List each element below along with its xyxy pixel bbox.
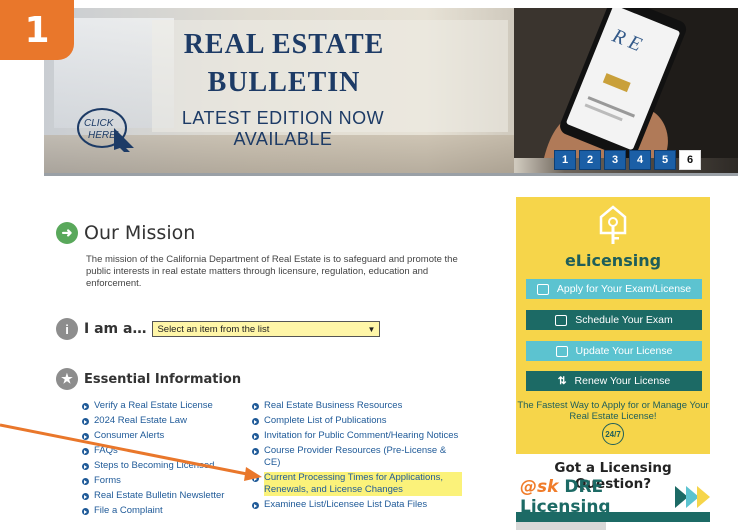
essential-links-column-1: Verify a Real Estate License 2024 Real E… — [82, 400, 252, 520]
list-item[interactable]: Consumer Alerts — [82, 430, 252, 442]
ask-dre-licensing-link[interactable]: @sk DRE Licensing — [520, 477, 710, 517]
bullet-arrow-icon — [252, 418, 259, 425]
slide-button-6[interactable]: 6 — [679, 150, 701, 170]
chevrons-right-icon — [675, 486, 710, 508]
elicensing-title: eLicensing — [564, 251, 662, 270]
mission-text: The mission of the California Department… — [86, 254, 458, 289]
renew-license-button[interactable]: ⇅ Renew Your License — [526, 371, 702, 391]
list-item[interactable]: Examinee List/Licensee List Data Files — [252, 499, 462, 511]
step-number-badge: 1 — [0, 0, 74, 60]
slide-button-4[interactable]: 4 — [629, 150, 651, 170]
i-am-a-row: i I am a… Select an item from the list ▼ — [56, 318, 381, 340]
slide-button-2[interactable]: 2 — [579, 150, 601, 170]
star-circle-icon: ★ — [56, 368, 78, 390]
mission-title: Our Mission — [84, 222, 196, 244]
list-item[interactable]: 2024 Real Estate Law — [82, 415, 252, 427]
bullet-arrow-icon — [82, 418, 89, 425]
apply-exam-license-button[interactable]: Apply for Your Exam/License — [526, 279, 702, 299]
bullet-arrow-icon — [252, 448, 259, 455]
elicensing-panel: eLicensing Apply for Your Exam/License S… — [516, 197, 710, 454]
list-item[interactable]: FAQs — [82, 445, 252, 457]
click-here-icon[interactable]: CLICK HERE! — [74, 104, 140, 152]
bullet-arrow-icon — [82, 478, 89, 485]
essential-info-header: ★ Essential Information — [56, 368, 241, 390]
id-card-icon — [536, 283, 549, 295]
calendar-icon — [555, 314, 568, 326]
i-am-a-label: I am a… — [84, 321, 147, 337]
list-item[interactable]: Invitation for Public Comment/Hearing No… — [252, 430, 462, 442]
slide-button-1[interactable]: 1 — [554, 150, 576, 170]
processing-times-link[interactable]: Current Processing Times for Application… — [252, 472, 462, 496]
edit-checkbox-icon — [555, 345, 568, 357]
role-select-dropdown[interactable]: Select an item from the list ▼ — [152, 321, 381, 337]
update-license-button[interactable]: Update Your License — [526, 341, 702, 361]
bullet-arrow-icon — [252, 433, 259, 440]
list-item[interactable]: Real Estate Bulletin Newsletter — [82, 490, 252, 502]
house-key-icon — [599, 205, 627, 244]
banner-subtitle: LATEST EDITION NOW AVAILABLE — [181, 108, 385, 149]
bullet-arrow-icon — [82, 433, 89, 440]
bullet-arrow-icon — [82, 493, 89, 500]
banner-title: REAL ESTATE BULLETIN — [183, 29, 385, 98]
list-item[interactable]: File a Complaint — [82, 505, 252, 517]
slide-button-5[interactable]: 5 — [654, 150, 676, 170]
banner-slide-pager: 1 2 3 4 5 6 — [554, 150, 701, 170]
essential-links-column-2: Real Estate Business Resources Complete … — [252, 400, 462, 514]
schedule-exam-button[interactable]: Schedule Your Exam — [526, 310, 702, 330]
elicensing-tagline: The Fastest Way to Apply for or Manage Y… — [517, 400, 709, 422]
list-item[interactable]: Steps to Becoming Licensed — [82, 460, 252, 472]
bullet-arrow-icon — [252, 403, 259, 410]
click-here-text: CLICK — [84, 118, 115, 129]
list-item[interactable]: Forms — [82, 475, 252, 487]
arrow-right-circle-icon: ➜ — [56, 222, 78, 244]
slide-button-3[interactable]: 3 — [604, 150, 626, 170]
info-circle-icon: i — [56, 318, 78, 340]
renew-arrows-icon: ⇅ — [557, 375, 567, 387]
mission-section: ➜ Our Mission The mission of the Califor… — [56, 222, 458, 290]
bullet-arrow-icon — [82, 448, 89, 455]
list-item[interactable]: Complete List of Publications — [252, 415, 462, 427]
chevron-down-icon: ▼ — [367, 324, 376, 334]
bullet-arrow-icon — [82, 508, 89, 515]
bullet-arrow-icon — [252, 502, 259, 509]
list-item[interactable]: Real Estate Business Resources — [252, 400, 462, 412]
phone-in-hand-image: R E — [514, 8, 738, 158]
list-item[interactable]: Course Provider Resources (Pre-License &… — [252, 445, 462, 469]
bullet-arrow-icon — [82, 463, 89, 470]
bullet-arrow-icon — [252, 475, 259, 482]
twenty-four-seven-icon: 24/7 — [602, 423, 624, 445]
bullet-arrow-icon — [82, 403, 89, 410]
list-item[interactable]: Verify a Real Estate License — [82, 400, 252, 412]
